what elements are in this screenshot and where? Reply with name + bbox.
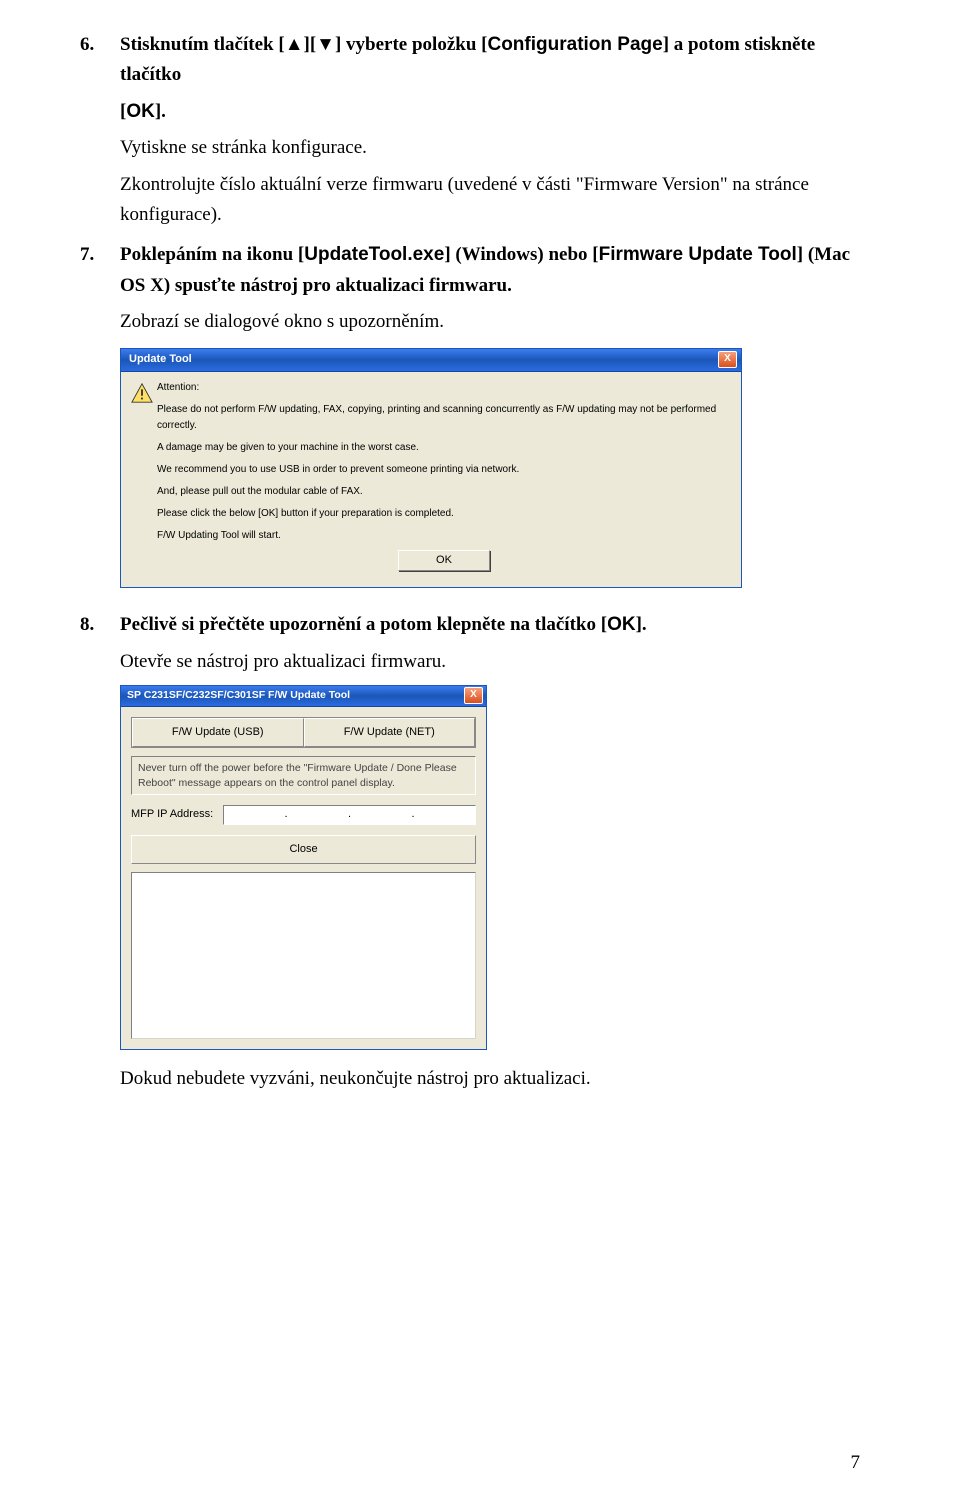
- ip-address-input[interactable]: . . .: [223, 805, 476, 825]
- log-textarea[interactable]: [131, 872, 476, 1039]
- down-icon: ▼: [316, 34, 335, 55]
- update-tool-dialog: Update Tool X Attention: Please do not p…: [120, 348, 742, 589]
- dlg1-line: A damage may be given to your machine in…: [157, 440, 731, 456]
- ip-label: MFP IP Address:: [131, 806, 213, 824]
- step-number: 7.: [80, 240, 120, 606]
- t: ].: [155, 101, 166, 122]
- updatetool-exe-label: UpdateTool.exe: [304, 244, 444, 265]
- ok-button[interactable]: OK: [398, 550, 490, 572]
- t: ].: [636, 614, 647, 635]
- ip-dot: .: [411, 806, 414, 824]
- step-body: Stisknutím tlačítek [▲][▼] vyberte polož…: [120, 30, 860, 236]
- fw-update-net-button[interactable]: F/W Update (NET): [304, 718, 476, 748]
- page-number: 7: [851, 1452, 861, 1474]
- t: Stisknutím tlačítek [: [120, 34, 285, 55]
- dlg1-line: F/W Updating Tool will start.: [157, 528, 731, 544]
- dialog-text: Attention: Please do not perform F/W upd…: [157, 380, 731, 578]
- close-button[interactable]: Close: [131, 835, 476, 865]
- step-8: 8. Pečlivě si přečtěte upozornění a poto…: [80, 610, 860, 1101]
- ok-label: OK: [126, 101, 155, 122]
- attention-label: Attention:: [157, 380, 731, 396]
- dialog-titlebar: Update Tool X: [121, 349, 741, 372]
- dialog-body: F/W Update (USB) F/W Update (NET) Never …: [121, 707, 486, 1050]
- step-number: 8.: [80, 610, 120, 1101]
- warning-message: Never turn off the power before the "Fir…: [131, 756, 476, 794]
- update-buttons-row: F/W Update (USB) F/W Update (NET): [131, 717, 476, 749]
- t: ][: [304, 34, 317, 55]
- t: ] (Windows) nebo [: [444, 244, 598, 265]
- step-6: 6. Stisknutím tlačítek [▲][▼] vyberte po…: [80, 30, 860, 236]
- ip-dot: .: [348, 806, 351, 824]
- dialog-title: SP C231SF/C232SF/C301SF F/W Update Tool: [127, 687, 350, 704]
- fw-update-usb-button[interactable]: F/W Update (USB): [132, 718, 304, 748]
- ip-row: MFP IP Address: . . .: [131, 805, 476, 825]
- step8-line1: Pečlivě si přečtěte upozornění a potom k…: [120, 610, 860, 640]
- dlg1-line: Please do not perform F/W updating, FAX,…: [157, 402, 731, 434]
- ok-row: OK: [157, 550, 731, 572]
- step-number: 6.: [80, 30, 120, 236]
- step7-line2: Zobrazí se dialogové okno s upozorněním.: [120, 307, 860, 337]
- document-page: 6. Stisknutím tlačítek [▲][▼] vyberte po…: [0, 0, 960, 1504]
- step-body: Pečlivě si přečtěte upozornění a potom k…: [120, 610, 860, 1101]
- ip-dot: .: [285, 806, 288, 824]
- up-icon: ▲: [285, 34, 304, 55]
- step6-line4: Zkontrolujte číslo aktuální verze firmwa…: [120, 170, 860, 231]
- t: Pečlivě si přečtěte upozornění a potom k…: [120, 614, 607, 635]
- step8-line2: Otevře se nástroj pro aktualizaci firmwa…: [120, 647, 860, 677]
- warning-icon: [131, 380, 157, 578]
- t: ] vyberte položku [: [335, 34, 488, 55]
- step6-line1: Stisknutím tlačítek [▲][▼] vyberte polož…: [120, 30, 860, 91]
- dlg1-line: And, please pull out the modular cable o…: [157, 484, 731, 500]
- dialog-titlebar: SP C231SF/C232SF/C301SF F/W Update Tool …: [121, 686, 486, 707]
- t: Poklepáním na ikonu [: [120, 244, 304, 265]
- step-7: 7. Poklepáním na ikonu [UpdateTool.exe] …: [80, 240, 860, 606]
- dialog-body: Attention: Please do not perform F/W upd…: [121, 372, 741, 588]
- step-body: Poklepáním na ikonu [UpdateTool.exe] (Wi…: [120, 240, 860, 606]
- dialog-title: Update Tool: [129, 351, 192, 369]
- fw-update-tool-window: SP C231SF/C232SF/C301SF F/W Update Tool …: [120, 685, 487, 1051]
- step8-line3: Dokud nebudete vyzváni, neukončujte nást…: [120, 1064, 860, 1094]
- firmware-update-tool-label: Firmware Update Tool: [599, 244, 797, 265]
- ok-label: OK: [607, 614, 636, 635]
- dlg1-line: Please click the below [OK] button if yo…: [157, 506, 731, 522]
- configuration-page-label: Configuration Page: [487, 34, 662, 55]
- step7-line1: Poklepáním na ikonu [UpdateTool.exe] (Wi…: [120, 240, 860, 301]
- close-icon[interactable]: X: [718, 351, 737, 368]
- close-icon[interactable]: X: [464, 687, 483, 704]
- step6-line3: Vytiskne se stránka konfigurace.: [120, 133, 860, 163]
- dlg1-line: We recommend you to use USB in order to …: [157, 462, 731, 478]
- step6-line2: [OK].: [120, 97, 860, 127]
